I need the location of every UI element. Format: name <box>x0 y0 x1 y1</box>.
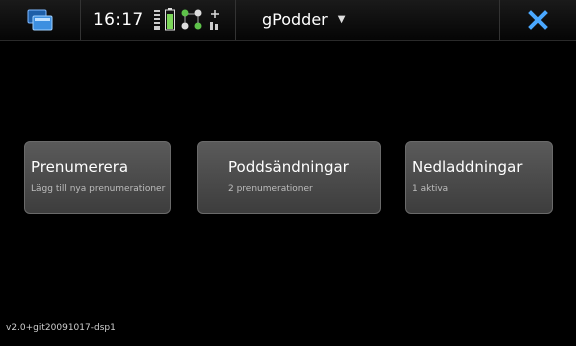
podcasts-button[interactable]: Poddsändningar 2 prenumerationer <box>197 141 381 214</box>
network-icon <box>210 10 219 30</box>
podcasts-button-subtitle: 2 prenumerationer <box>228 184 313 194</box>
subscribe-button-label: Prenumerera <box>31 158 129 176</box>
downloads-button-subtitle: 1 aktiva <box>412 184 449 194</box>
close-icon <box>528 10 548 30</box>
status-area[interactable]: 16:17 <box>81 0 236 40</box>
connectivity-icon <box>181 9 202 30</box>
version-label: v2.0+git20091017-dsp1 <box>6 323 116 333</box>
task-switcher-button[interactable] <box>0 0 81 40</box>
downloads-button[interactable]: Nedladdningar 1 aktiva <box>405 141 553 214</box>
task-switcher-icon <box>27 9 53 31</box>
app-title-menu[interactable]: gPodder ▼ <box>262 10 345 29</box>
title-bar: 16:17 gPodder ▼ <box>0 0 576 41</box>
signal-icon <box>154 10 160 30</box>
podcasts-button-label: Poddsändningar <box>228 158 349 176</box>
battery-icon <box>165 8 175 31</box>
subscribe-button[interactable]: Prenumerera Lägg till nya prenumeratione… <box>24 141 171 214</box>
downloads-button-label: Nedladdningar <box>412 158 523 176</box>
subscribe-button-subtitle: Lägg till nya prenumerationer <box>31 184 166 194</box>
app-title: gPodder <box>262 10 328 29</box>
status-icons <box>153 8 221 32</box>
clock: 16:17 <box>93 10 144 30</box>
close-button[interactable] <box>499 0 576 40</box>
chevron-down-icon: ▼ <box>337 14 346 25</box>
